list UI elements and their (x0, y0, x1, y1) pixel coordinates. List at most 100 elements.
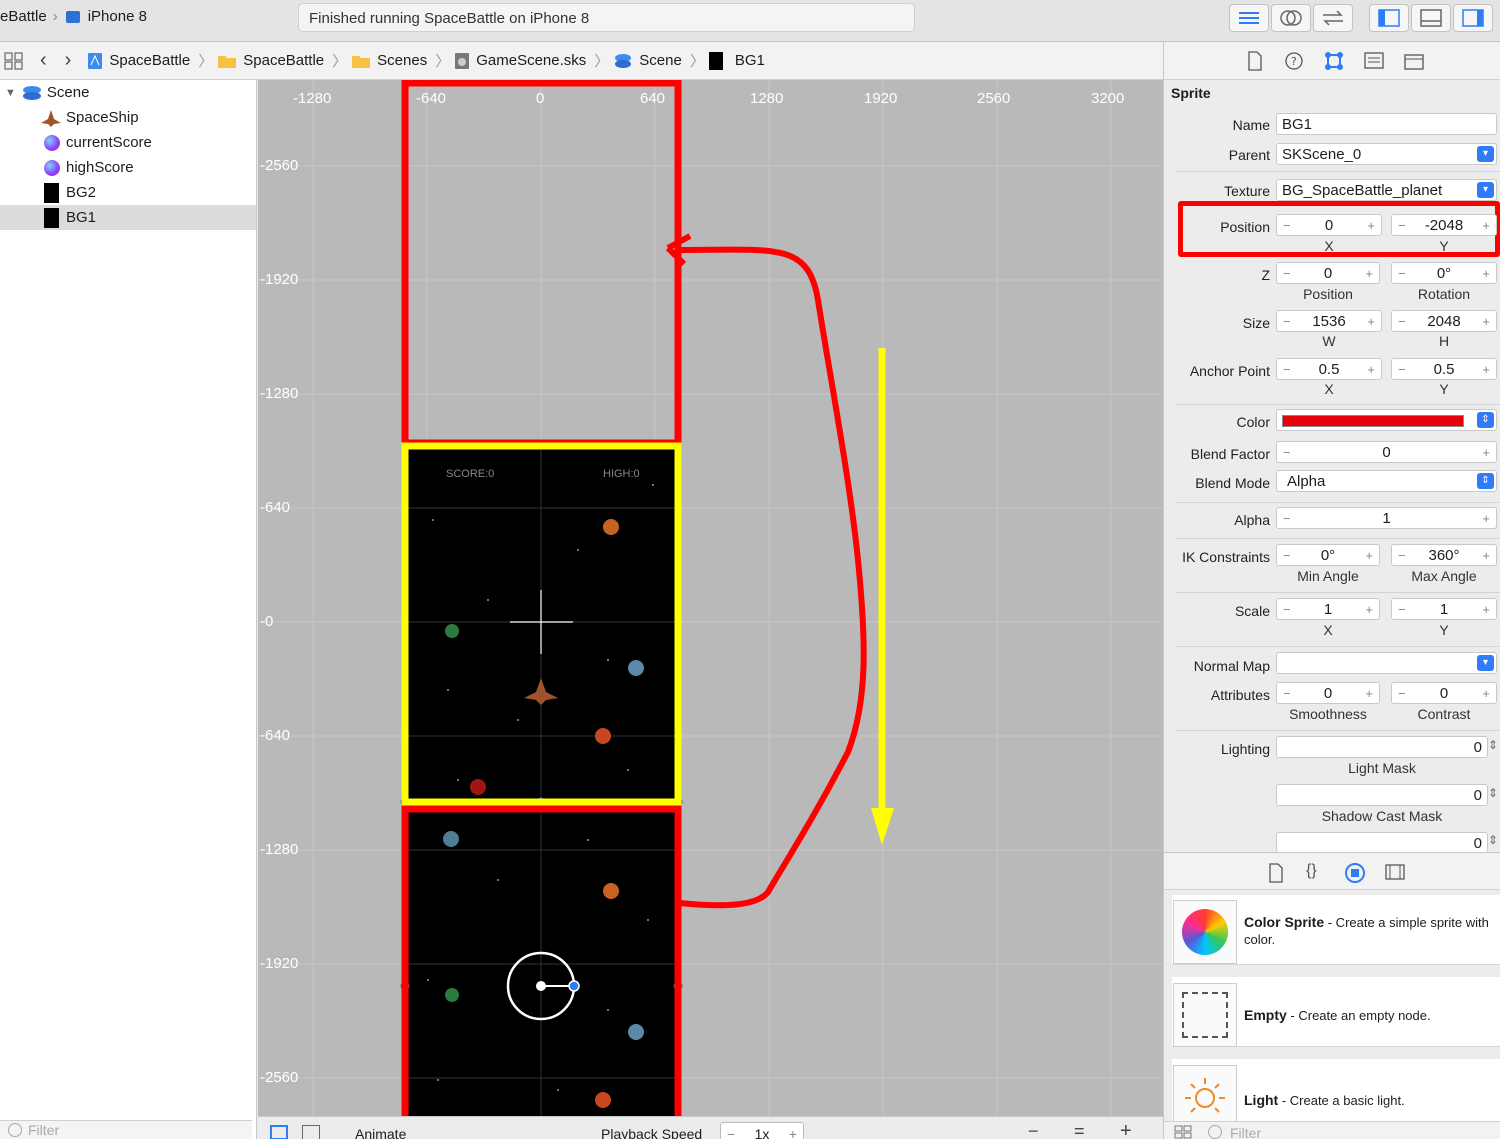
plus-icon[interactable]: + (1482, 266, 1490, 281)
plus-icon[interactable]: + (1482, 314, 1490, 329)
stepper-arrows-icon[interactable]: ⇕ (1488, 786, 1498, 800)
smoothness-value[interactable]: 0 (1324, 685, 1332, 702)
anchor-x-value[interactable]: 0.5 (1319, 361, 1340, 378)
plus-icon[interactable]: + (1482, 362, 1490, 377)
minus-icon[interactable]: − (1398, 314, 1406, 329)
plus-icon[interactable]: + (1482, 602, 1490, 617)
plus-icon[interactable]: + (1482, 686, 1490, 701)
blend-factor-stepper[interactable]: − 0 + (1276, 441, 1497, 463)
stepper-arrows-icon[interactable]: ⇕ (1488, 738, 1498, 752)
plus-icon[interactable]: + (1482, 218, 1490, 233)
smoothness-stepper[interactable]: − 0 + (1276, 682, 1380, 704)
library-item-color-sprite[interactable]: Color Sprite - Create a simple sprite wi… (1172, 895, 1500, 965)
size-h-value[interactable]: 2048 (1427, 313, 1460, 330)
device-name[interactable]: iPhone 8 (88, 8, 147, 25)
media-library-icon[interactable] (1385, 864, 1405, 880)
object-library-icon[interactable] (1344, 862, 1366, 884)
anchor-x-stepper[interactable]: − 0.5 + (1276, 358, 1382, 380)
color-well[interactable]: ⇕ (1276, 409, 1497, 431)
disclosure-triangle-icon[interactable]: ▼ (5, 87, 16, 99)
position-x-stepper[interactable]: − 0 + (1276, 214, 1382, 236)
plus-icon[interactable]: + (1367, 218, 1375, 233)
minus-icon[interactable]: − (1398, 686, 1406, 701)
minus-icon[interactable]: − (1283, 314, 1291, 329)
breadcrumb-project[interactable]: SpaceBattle (87, 52, 190, 70)
anchor-y-value[interactable]: 0.5 (1434, 361, 1455, 378)
plus-icon[interactable]: + (1365, 686, 1373, 701)
toggle-inspector-button[interactable] (1453, 4, 1493, 32)
minus-icon[interactable]: − (1398, 602, 1406, 617)
plus-icon[interactable]: + (1482, 445, 1490, 460)
help-inspector-icon[interactable]: ? (1284, 51, 1304, 71)
scale-x-stepper[interactable]: − 1 + (1276, 598, 1380, 620)
size-w-value[interactable]: 1536 (1312, 313, 1345, 330)
z-rotation-stepper[interactable]: − 0° + (1391, 262, 1497, 284)
minus-icon[interactable]: − (1283, 266, 1291, 281)
tree-row-bg2[interactable]: BG2 (0, 180, 256, 205)
playback-speed-stepper[interactable]: − 1x + (720, 1122, 804, 1139)
animate-button[interactable]: Animate (355, 1126, 406, 1139)
score-label-node[interactable]: SCORE:0 (446, 468, 494, 480)
size-h-stepper[interactable]: − 2048 + (1391, 310, 1497, 332)
custom-class-inspector-icon[interactable] (1404, 52, 1424, 70)
ik-max-stepper[interactable]: − 360° + (1391, 544, 1497, 566)
z-rotation-value[interactable]: 0° (1437, 265, 1451, 282)
plus-icon[interactable]: + (789, 1126, 797, 1139)
back-arrow-icon[interactable]: ‹ (40, 49, 47, 72)
zoom-reset-icon[interactable]: = (1074, 1121, 1085, 1139)
library-filter-bar[interactable]: Filter (1164, 1121, 1500, 1139)
tree-row-highscore[interactable]: highScore (0, 155, 256, 180)
minus-icon[interactable]: − (1398, 548, 1406, 563)
code-snippet-icon[interactable]: {} (1306, 862, 1317, 880)
grid-view-icon[interactable] (1174, 1125, 1192, 1139)
scale-y-stepper[interactable]: − 1 + (1391, 598, 1497, 620)
navigator-filter[interactable]: Filter (0, 1120, 252, 1139)
high-score-label-node[interactable]: HIGH:0 (603, 468, 640, 480)
anchor-point-handle[interactable] (536, 981, 546, 991)
alpha-value[interactable]: 1 (1382, 510, 1390, 527)
forward-arrow-icon[interactable]: › (65, 49, 72, 72)
plus-icon[interactable]: + (1365, 602, 1373, 617)
minus-icon[interactable]: − (1283, 511, 1291, 526)
scale-y-value[interactable]: 1 (1440, 601, 1448, 618)
minus-icon[interactable]: − (1283, 548, 1291, 563)
blend-factor-value[interactable]: 0 (1382, 444, 1390, 461)
plus-icon[interactable]: + (1482, 511, 1490, 526)
ik-max-value[interactable]: 360° (1428, 547, 1459, 564)
breadcrumb-node[interactable]: BG1 (708, 51, 765, 70)
tree-row-scene[interactable]: ▼ Scene (0, 80, 256, 105)
minus-icon[interactable]: − (1398, 362, 1406, 377)
plus-icon[interactable]: + (1365, 266, 1373, 281)
breadcrumb-file[interactable]: GameScene.sks (454, 52, 586, 70)
minus-icon[interactable]: − (1398, 266, 1406, 281)
minus-icon[interactable]: − (1283, 362, 1291, 377)
minus-icon[interactable]: − (1283, 445, 1291, 460)
scene-editor-canvas[interactable]: -1280 -640 0 640 1280 1920 2560 3200 -25… (258, 80, 1163, 1116)
breadcrumb-scene[interactable]: Scene (613, 52, 682, 70)
file-inspector-icon[interactable] (1247, 51, 1263, 71)
z-position-value[interactable]: 0 (1324, 265, 1332, 282)
scheme-name[interactable]: eBattle (0, 8, 47, 25)
parent-dropdown[interactable]: SKScene_0 ▾ (1276, 143, 1497, 165)
size-w-stepper[interactable]: − 1536 + (1276, 310, 1382, 332)
assistant-editor-button[interactable] (1271, 4, 1311, 32)
normal-map-dropdown[interactable]: ▾ (1276, 652, 1497, 674)
minus-icon[interactable]: − (1283, 218, 1291, 233)
breadcrumb-group[interactable]: SpaceBattle (217, 52, 324, 69)
minus-icon[interactable]: − (1398, 218, 1406, 233)
zoom-out-icon[interactable]: − (1028, 1121, 1039, 1139)
zoom-in-icon[interactable]: + (1120, 1120, 1132, 1139)
plus-icon[interactable]: + (1365, 548, 1373, 563)
library-item-empty[interactable]: Empty - Create an empty node. (1172, 977, 1500, 1047)
contrast-value[interactable]: 0 (1440, 685, 1448, 702)
contrast-stepper[interactable]: − 0 + (1391, 682, 1497, 704)
tree-row-currentscore[interactable]: currentScore (0, 130, 256, 155)
position-x-value[interactable]: 0 (1325, 217, 1333, 234)
alpha-stepper[interactable]: − 1 + (1276, 507, 1497, 529)
grid-icon[interactable] (4, 51, 24, 70)
ik-min-stepper[interactable]: − 0° + (1276, 544, 1380, 566)
ik-min-value[interactable]: 0° (1321, 547, 1335, 564)
minus-icon[interactable]: − (1283, 686, 1291, 701)
shadowed-mask-field[interactable]: 0 (1276, 832, 1488, 852)
blend-mode-dropdown[interactable]: Alpha ⇕ (1276, 470, 1497, 492)
